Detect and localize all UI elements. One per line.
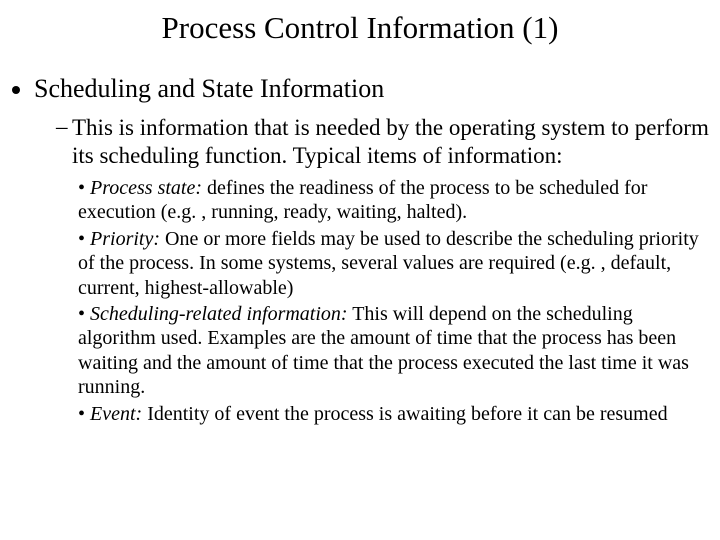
slide: Process Control Information (1) Scheduli… (0, 0, 720, 540)
slide-title: Process Control Information (1) (0, 10, 720, 46)
bullet-glyph: • (78, 403, 90, 425)
bullet-list: Scheduling and State Information – This … (0, 74, 720, 426)
dash-bullet: – (56, 114, 72, 140)
definition-list: • Process state: defines the readiness o… (56, 176, 710, 426)
description: Identity of event the process is awaitin… (142, 403, 667, 425)
sub-list: – This is information that is needed by … (34, 114, 710, 426)
definition-item: • Scheduling-related information: This w… (78, 302, 710, 400)
section-heading: Scheduling and State Information (34, 74, 384, 103)
definition-item: • Priority: One or more fields may be us… (78, 227, 710, 300)
term: Event: (90, 403, 142, 425)
list-item: Scheduling and State Information – This … (34, 74, 710, 426)
bullet-glyph: • (78, 228, 90, 250)
term: Scheduling-related information: (90, 303, 348, 325)
intro-text: This is information that is needed by th… (72, 114, 710, 170)
description: One or more fields may be used to descri… (78, 228, 699, 299)
bullet-glyph: • (78, 303, 90, 325)
definition-item: • Process state: defines the readiness o… (78, 176, 710, 225)
term: Process state: (90, 177, 202, 199)
definition-item: • Event: Identity of event the process i… (78, 402, 710, 426)
term: Priority: (90, 228, 160, 250)
bullet-glyph: • (78, 177, 90, 199)
sub-list-item: – This is information that is needed by … (56, 114, 710, 170)
